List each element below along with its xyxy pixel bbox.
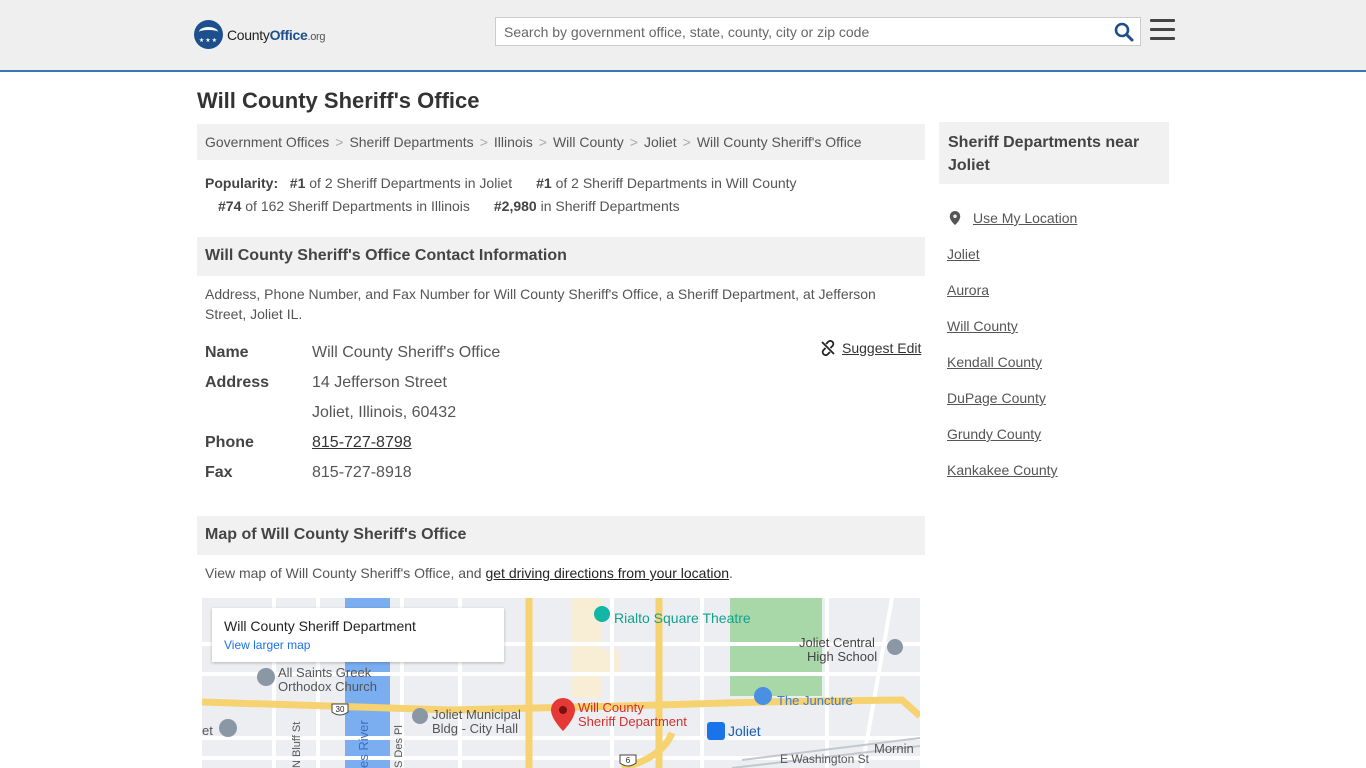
- address-row-2: Joliet, Illinois, 60432: [205, 398, 925, 428]
- sidebar-item-kendall-county[interactable]: Kendall County: [947, 344, 1077, 380]
- sidebar-item-joliet[interactable]: Joliet: [947, 236, 1077, 272]
- route-30-shield-icon: 30: [331, 703, 349, 716]
- contact-details: Suggest Edit Name Will County Sheriff's …: [205, 338, 925, 488]
- svg-text:Joliet Central: Joliet Central: [799, 635, 875, 650]
- popularity-item: #1 of 2 Sheriff Departments in Will Coun…: [536, 175, 797, 191]
- map-description: View map of Will County Sheriff's Office…: [205, 565, 733, 581]
- logo-text: CountyOffice.org: [227, 26, 326, 43]
- top-header: ★★★ CountyOffice.org: [0, 0, 1366, 72]
- breadcrumb-separator: >: [335, 134, 344, 150]
- site-logo[interactable]: ★★★ CountyOffice.org: [194, 20, 326, 49]
- breadcrumb-current: Will County Sheriff's Office: [696, 134, 862, 150]
- svg-text:et: et: [202, 723, 213, 738]
- driving-directions-link[interactable]: get driving directions from your locatio…: [485, 565, 729, 581]
- view-larger-map-link[interactable]: View larger map: [224, 638, 310, 652]
- sidebar-item-kankakee-county[interactable]: Kankakee County: [947, 452, 1077, 488]
- map-info-card: Will County Sheriff Department View larg…: [212, 608, 504, 662]
- svg-text:es River: es River: [356, 720, 371, 768]
- sidebar-item-dupage-county[interactable]: DuPage County: [947, 380, 1077, 416]
- address-line-2: Joliet, Illinois, 60432: [312, 404, 457, 421]
- suggest-edit-link[interactable]: Suggest Edit: [842, 340, 921, 356]
- sidebar-item-aurora[interactable]: Aurora: [947, 272, 1077, 308]
- sidebar-item-grundy-county[interactable]: Grundy County: [947, 416, 1077, 452]
- eagle-logo-icon: ★★★: [194, 20, 223, 49]
- fax-label: Fax: [205, 464, 233, 481]
- train-station-icon[interactable]: Joliet: [707, 722, 761, 740]
- name-row: Name Will County Sheriff's Office: [205, 338, 925, 368]
- broken-link-icon: [821, 340, 835, 356]
- breadcrumb: Government Offices > Sheriff Departments > I…: [197, 124, 925, 160]
- map-pin-icon: [949, 211, 961, 225]
- popularity-item: #74 of 162 Sheriff Departments in Illino…: [218, 198, 470, 214]
- contact-description: Address, Phone Number, and Fax Number fo…: [205, 286, 876, 322]
- sidebar-links: Use My Location Joliet Aurora Will Count…: [947, 200, 1077, 488]
- breadcrumb-illinois[interactable]: Illinois: [494, 134, 533, 150]
- svg-text:N Bluff St: N Bluff St: [291, 722, 303, 768]
- svg-text:Joliet Municipal: Joliet Municipal: [432, 707, 521, 722]
- address-line-1: 14 Jefferson Street: [312, 374, 447, 391]
- svg-text:E Washington St: E Washington St: [780, 752, 870, 766]
- svg-text:High School: High School: [807, 649, 877, 664]
- sidebar-heading: Sheriff Departments near Joliet: [939, 122, 1169, 184]
- search-input[interactable]: [496, 18, 1096, 45]
- breadcrumb-joliet[interactable]: Joliet: [644, 134, 677, 150]
- svg-text:Will County: Will County: [578, 700, 644, 715]
- svg-text:Orthodox Church: Orthodox Church: [278, 679, 377, 694]
- breadcrumb-will-county[interactable]: Will County: [553, 134, 624, 150]
- popularity-item: #2,980 in Sheriff Departments: [493, 198, 680, 214]
- address-row: Address 14 Jefferson Street: [205, 368, 925, 398]
- svg-text:All Saints Greek: All Saints Greek: [278, 665, 372, 680]
- hamburger-menu-icon[interactable]: [1150, 19, 1175, 41]
- phone-link[interactable]: 815-727-8798: [312, 434, 412, 451]
- svg-text:S Des Pl: S Des Pl: [393, 725, 405, 768]
- map-card-title: Will County Sheriff Department: [224, 618, 416, 634]
- popularity-item: Popularity: #1 of 2 Sheriff Departments …: [205, 175, 513, 191]
- popularity-rankings: Popularity: #1 of 2 Sheriff Departments …: [205, 172, 925, 218]
- fax-value: 815-727-8918: [312, 464, 412, 481]
- search-icon[interactable]: [1114, 22, 1134, 42]
- address-label: Address: [205, 374, 270, 391]
- svg-text:30: 30: [336, 705, 345, 714]
- page-title: Will County Sheriff's Office: [197, 88, 480, 113]
- map-heading: Map of Will County Sheriff's Office: [197, 516, 925, 555]
- search-bar: [495, 17, 1141, 46]
- svg-text:Rialto Square Theatre: Rialto Square Theatre: [614, 610, 751, 626]
- contact-info-heading: Will County Sheriff's Office Contact Inf…: [197, 237, 925, 276]
- svg-text:Bldg - City Hall: Bldg - City Hall: [432, 721, 518, 736]
- name-label: Name: [205, 344, 249, 361]
- phone-row: Phone 815-727-8798: [205, 428, 925, 458]
- breadcrumb-government-offices[interactable]: Government Offices: [205, 134, 329, 150]
- svg-text:Sheriff Department: Sheriff Department: [578, 714, 687, 729]
- route-6-shield-icon: 6: [619, 754, 637, 767]
- svg-text:Joliet: Joliet: [728, 723, 761, 739]
- svg-text:6: 6: [626, 756, 631, 765]
- name-value: Will County Sheriff's Office: [312, 344, 501, 361]
- use-my-location-link[interactable]: Use My Location: [973, 210, 1077, 226]
- breadcrumb-sheriff-departments[interactable]: Sheriff Departments: [349, 134, 473, 150]
- sidebar-item-will-county[interactable]: Will County: [947, 308, 1077, 344]
- fax-row: Fax 815-727-8918: [205, 458, 925, 488]
- svg-text:Mornin: Mornin: [874, 741, 914, 756]
- use-my-location[interactable]: Use My Location: [947, 200, 1077, 236]
- svg-text:The Juncture: The Juncture: [777, 693, 853, 708]
- suggest-edit[interactable]: Suggest Edit: [820, 340, 921, 356]
- embedded-map[interactable]: 30 6 Rialto Square Theatre Joliet Centra…: [202, 598, 920, 768]
- phone-label: Phone: [205, 434, 254, 451]
